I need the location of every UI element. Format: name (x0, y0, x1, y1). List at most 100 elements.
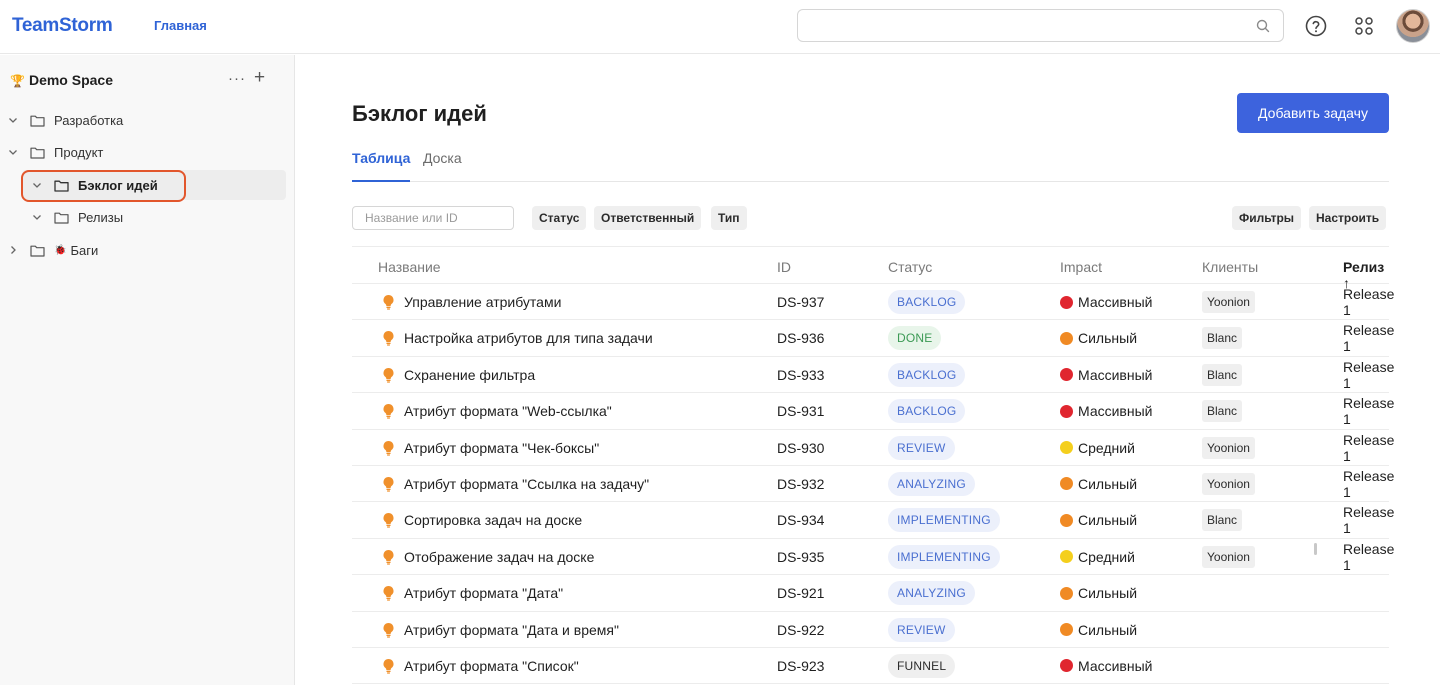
table-row[interactable]: Атрибут формата "Ссылка на задачу" DS-93… (352, 466, 1394, 503)
chevron-right-icon[interactable] (7, 244, 19, 256)
column-header-impact[interactable]: Impact (1060, 259, 1102, 275)
name-or-id-filter-input[interactable] (352, 206, 514, 230)
client-badge[interactable]: Yoonion (1202, 472, 1255, 495)
impact-label[interactable]: Массивный (1078, 294, 1152, 310)
impact-label[interactable]: Массивный (1078, 403, 1152, 419)
chevron-down-icon[interactable] (31, 179, 43, 191)
help-icon[interactable] (1304, 14, 1328, 38)
table-row[interactable]: Сортировка задач на доске DS-934 IMPLEME… (352, 502, 1394, 539)
table-row[interactable]: Атрибут формата "Список" DS-923 FUNNEL М… (352, 648, 1389, 685)
filter-chip-assignee[interactable]: Ответственный (594, 206, 702, 230)
status-badge[interactable]: BACKLOG (888, 290, 966, 314)
table-scrollbar[interactable] (1314, 543, 1317, 555)
sidebar-item-produkt[interactable]: Продукт (7, 137, 277, 167)
filter-chip-type[interactable]: Тип (711, 206, 747, 230)
cell-status: BACKLOG (888, 393, 966, 429)
search-icon[interactable] (1255, 18, 1271, 34)
task-title[interactable]: Управление атрибутами (404, 294, 561, 310)
impact-label[interactable]: Сильный (1078, 330, 1137, 346)
tab-table[interactable]: Таблица (352, 150, 411, 182)
table-row[interactable]: Отображение задач на доске DS-935 IMPLEM… (352, 539, 1394, 576)
release-value[interactable]: Release 1 (1343, 539, 1394, 575)
release-value[interactable]: Release 1 (1343, 320, 1394, 356)
release-value[interactable]: Release 1 (1343, 393, 1394, 429)
task-title[interactable]: Атрибут формата "Список" (404, 658, 579, 674)
impact-label[interactable]: Сильный (1078, 622, 1137, 638)
global-search[interactable] (797, 9, 1284, 42)
impact-label[interactable]: Сильный (1078, 512, 1137, 528)
status-badge[interactable]: BACKLOG (888, 362, 966, 387)
client-badge[interactable]: Yoonion (1202, 291, 1255, 313)
table-row[interactable]: Атрибут формата "Web-ссылка" DS-931 BACK… (352, 393, 1394, 430)
filter-chip-status[interactable]: Статус (532, 206, 587, 230)
release-value[interactable]: Release 1 (1343, 430, 1394, 466)
task-title[interactable]: Атрибут формата "Web-ссылка" (404, 403, 612, 419)
status-badge[interactable]: DONE (888, 326, 942, 351)
client-badge[interactable]: Blanc (1202, 363, 1243, 386)
release-value[interactable]: Release 1 (1343, 466, 1394, 502)
impact-label[interactable]: Средний (1078, 549, 1135, 565)
folder-icon (30, 245, 45, 257)
add-task-button[interactable]: Добавить задачу (1237, 93, 1389, 133)
status-badge[interactable]: REVIEW (888, 435, 955, 460)
impact-label[interactable]: Средний (1078, 440, 1135, 456)
impact-label[interactable]: Сильный (1078, 585, 1137, 601)
client-badge[interactable]: Blanc (1202, 327, 1243, 350)
app-logo[interactable]: TeamStorm (12, 15, 113, 37)
impact-label[interactable]: Сильный (1078, 476, 1137, 492)
table-row[interactable]: Атрибут формата "Чек-боксы" DS-930 REVIE… (352, 430, 1394, 466)
table-row[interactable]: Атрибут формата "Дата" DS-921 ANALYZING … (352, 575, 1389, 612)
task-title[interactable]: Атрибут формата "Дата и время" (404, 622, 619, 638)
status-badge[interactable]: REVIEW (888, 617, 955, 642)
customize-button[interactable]: Настроить (1309, 206, 1387, 230)
task-id: DS-933 (777, 366, 825, 383)
table-row[interactable]: Управление атрибутами DS-937 BACKLOG Мас… (352, 284, 1394, 321)
table-row[interactable]: Атрибут формата "Дата и время" DS-922 RE… (352, 612, 1389, 648)
impact-label[interactable]: Массивный (1078, 367, 1152, 383)
task-title[interactable]: Сортировка задач на доске (404, 512, 582, 528)
space-name: Demo Space (28, 72, 113, 88)
release-value[interactable]: Release 1 (1343, 357, 1394, 393)
sidebar-item-backlog-idei[interactable]: Бэклог идей (22, 170, 286, 200)
client-badge[interactable]: Blanc (1202, 509, 1243, 532)
task-title[interactable]: Атрибут формата "Чек-боксы" (404, 440, 599, 456)
release-value[interactable]: Release 1 (1343, 502, 1394, 538)
table-row[interactable]: Настройка атрибутов для типа задачи DS-9… (352, 320, 1394, 357)
client-badge[interactable]: Blanc (1202, 400, 1243, 423)
impact-label[interactable]: Массивный (1078, 658, 1152, 674)
sidebar-item-bagi[interactable]: 🐞 Баги (7, 235, 277, 265)
apps-grid-icon[interactable] (1353, 15, 1375, 37)
column-header-status[interactable]: Статус (888, 259, 932, 275)
task-title[interactable]: Схранение фильтра (404, 367, 535, 383)
column-header-clients[interactable]: Клиенты (1202, 259, 1258, 275)
search-input[interactable] (808, 16, 1238, 36)
tab-board[interactable]: Доска (423, 150, 462, 180)
status-badge[interactable]: BACKLOG (888, 399, 966, 424)
sidebar-item-relizy[interactable]: Релизы (31, 202, 281, 232)
space-title[interactable]: 🏆 Demo Space (10, 72, 113, 88)
chevron-down-icon[interactable] (7, 146, 19, 158)
status-badge[interactable]: ANALYZING (888, 471, 975, 496)
column-header-id[interactable]: ID (777, 259, 791, 275)
space-more-button[interactable]: ··· (228, 70, 246, 87)
status-badge[interactable]: ANALYZING (888, 581, 975, 606)
status-badge[interactable]: FUNNEL (888, 653, 956, 678)
task-title[interactable]: Отображение задач на доске (404, 549, 594, 565)
task-title[interactable]: Атрибут формата "Ссылка на задачу" (404, 476, 649, 492)
sidebar-item-razrabotka[interactable]: Разработка (7, 105, 277, 135)
avatar[interactable] (1396, 9, 1430, 43)
client-badge[interactable]: Yoonion (1202, 436, 1255, 459)
status-badge[interactable]: IMPLEMENTING (888, 544, 1000, 569)
release-value[interactable]: Release 1 (1343, 284, 1394, 320)
filters-button[interactable]: Фильтры (1232, 206, 1302, 230)
space-add-button[interactable]: + (254, 68, 265, 87)
client-badge[interactable]: Yoonion (1202, 545, 1255, 568)
status-badge[interactable]: IMPLEMENTING (888, 508, 1000, 533)
column-header-name[interactable]: Название (378, 259, 441, 275)
nav-home-link[interactable]: Главная (154, 18, 207, 33)
table-row[interactable]: Схранение фильтра DS-933 BACKLOG Массивн… (352, 357, 1394, 394)
chevron-down-icon[interactable] (7, 114, 19, 126)
chevron-down-icon[interactable] (31, 211, 43, 223)
task-title[interactable]: Атрибут формата "Дата" (404, 585, 563, 601)
task-title[interactable]: Настройка атрибутов для типа задачи (404, 330, 653, 346)
